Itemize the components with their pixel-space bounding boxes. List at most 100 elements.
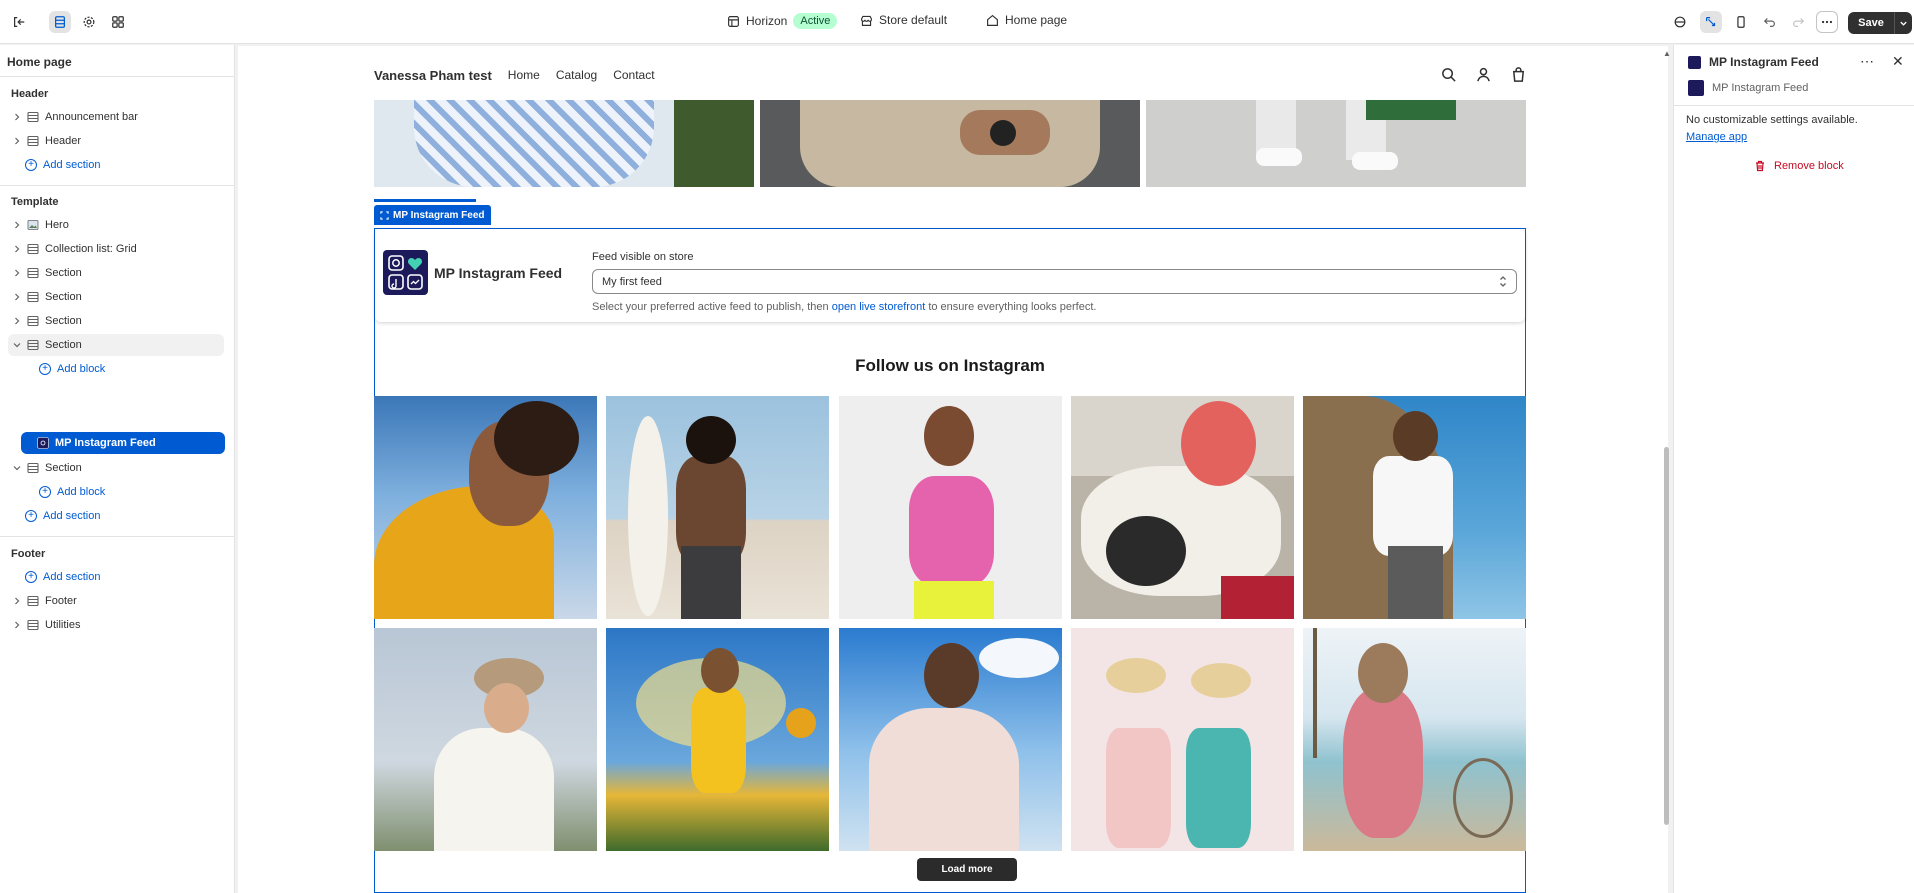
remove-block-button[interactable]: Remove block xyxy=(1754,160,1844,172)
sidebar-item-label: Utilities xyxy=(45,619,81,631)
more-icon[interactable] xyxy=(1816,11,1838,33)
add-section-button[interactable]: + Add section xyxy=(8,566,224,588)
redo-icon[interactable] xyxy=(1787,11,1809,33)
account-icon[interactable] xyxy=(1475,66,1492,83)
sidebar-item-section[interactable]: Section xyxy=(8,262,224,284)
panel-header: MP Instagram Feed xyxy=(1688,55,1819,69)
instagram-post[interactable] xyxy=(1303,628,1526,851)
sidebar-item-section-expanded[interactable]: Section xyxy=(8,334,224,356)
section-tag-label: MP Instagram Feed xyxy=(393,209,485,221)
page-selector[interactable]: Home page xyxy=(986,13,1067,27)
sidebar-item-label: Collection list: Grid xyxy=(45,243,137,255)
layout-icon xyxy=(27,291,39,303)
sidebar-item-label: Hero xyxy=(45,219,69,231)
instagram-post[interactable] xyxy=(374,628,597,851)
app-settings-card: MP Instagram Feed Feed visible on store … xyxy=(375,229,1525,322)
manage-app-link[interactable]: Manage app xyxy=(1686,131,1747,143)
instagram-post[interactable] xyxy=(1303,396,1526,619)
instagram-post[interactable] xyxy=(374,396,597,619)
store-name[interactable]: Vanessa Pham test xyxy=(374,68,492,83)
feed-select-label: Feed visible on store xyxy=(592,251,694,263)
instagram-post[interactable] xyxy=(1071,396,1294,619)
instagram-post[interactable] xyxy=(606,628,829,851)
add-block-button[interactable]: + Add block xyxy=(8,481,224,503)
app-logo-icon xyxy=(383,250,428,295)
collection-image[interactable] xyxy=(1146,100,1526,187)
open-live-storefront-link[interactable]: open live storefront xyxy=(832,301,926,313)
cart-icon[interactable] xyxy=(1510,66,1527,83)
panel-title: MP Instagram Feed xyxy=(1709,55,1819,69)
group-template: Template xyxy=(11,196,59,208)
add-section-label: Add section xyxy=(43,510,101,522)
block-settings-panel: MP Instagram Feed ⋯ ✕ MP Instagram Feed … xyxy=(1673,45,1914,893)
sidebar-item-section[interactable]: Section xyxy=(8,286,224,308)
load-more-button[interactable]: Load more xyxy=(917,858,1017,881)
app-name: MP Instagram Feed xyxy=(434,265,563,281)
help-text-before: Select your preferred active feed to pub… xyxy=(592,301,832,313)
store-selector[interactable]: Store default xyxy=(860,13,947,27)
instagram-post[interactable] xyxy=(606,396,829,619)
plus-circle-icon: + xyxy=(25,571,37,583)
collection-image[interactable] xyxy=(760,100,1140,187)
chevron-right-icon xyxy=(12,621,22,629)
gear-icon[interactable] xyxy=(78,11,100,33)
more-icon[interactable]: ⋯ xyxy=(1860,53,1874,70)
undo-icon[interactable] xyxy=(1759,11,1781,33)
select-arrows-icon xyxy=(1500,276,1506,287)
instagram-post[interactable] xyxy=(1071,628,1294,851)
theme-selector[interactable]: Horizon Active xyxy=(727,13,838,29)
preview-scrollbar[interactable] xyxy=(1664,447,1669,825)
save-menu-button[interactable] xyxy=(1894,12,1912,34)
instagram-post[interactable] xyxy=(839,628,1062,851)
sidebar-item-header[interactable]: Header xyxy=(8,130,224,152)
plus-circle-icon: + xyxy=(39,363,51,375)
collection-image[interactable] xyxy=(374,100,754,187)
sidebar-item-section-expanded[interactable]: Section xyxy=(8,457,224,479)
store-label: Store default xyxy=(879,13,948,27)
inspector-icon[interactable] xyxy=(1700,11,1722,33)
layout-icon xyxy=(27,315,39,327)
layout-icon xyxy=(27,111,39,123)
sidebar-item-collection-list[interactable]: Collection list: Grid xyxy=(8,238,224,260)
nav-link-contact[interactable]: Contact xyxy=(613,68,654,82)
close-icon[interactable]: ✕ xyxy=(1892,53,1904,70)
add-block-button[interactable]: + Add block xyxy=(8,358,224,380)
page-label: Home page xyxy=(1005,13,1068,27)
panel-subtitle-text: MP Instagram Feed xyxy=(1712,82,1809,94)
sidebar-item-hero[interactable]: Hero xyxy=(8,214,224,236)
add-section-label: Add section xyxy=(43,571,101,583)
sidebar-item-announcement-bar[interactable]: Announcement bar xyxy=(8,106,224,128)
chevron-right-icon xyxy=(12,269,22,277)
sidebar-item-mp-instagram-feed[interactable]: MP Instagram Feed xyxy=(21,432,225,454)
search-icon[interactable] xyxy=(1440,66,1457,83)
sidebar-item-label: Footer xyxy=(45,595,77,607)
mobile-view-icon[interactable] xyxy=(1730,11,1752,33)
sidebar-item-footer[interactable]: Footer xyxy=(8,590,224,612)
nav-link-catalog[interactable]: Catalog xyxy=(556,68,597,82)
chevron-right-icon xyxy=(12,317,22,325)
store-icon xyxy=(861,15,872,26)
apps-icon[interactable] xyxy=(107,11,129,33)
instagram-post[interactable] xyxy=(839,396,1062,619)
sidebar-item-section[interactable]: Section xyxy=(8,310,224,332)
panel-subtitle: MP Instagram Feed xyxy=(1688,80,1808,96)
save-button[interactable]: Save xyxy=(1848,12,1894,34)
chevron-down-icon xyxy=(1900,21,1907,26)
desktop-view-icon[interactable] xyxy=(1669,11,1691,33)
sections-icon[interactable] xyxy=(49,11,71,33)
add-section-button[interactable]: + Add section xyxy=(8,505,224,527)
trash-icon xyxy=(1756,160,1764,172)
layout-icon xyxy=(27,462,39,474)
exit-icon[interactable] xyxy=(8,11,30,33)
plus-circle-icon: + xyxy=(39,486,51,498)
section-tag[interactable]: MP Instagram Feed xyxy=(374,205,491,225)
sidebar-item-utilities[interactable]: Utilities xyxy=(8,614,224,636)
feed-select[interactable]: My first feed xyxy=(592,269,1517,294)
add-section-button[interactable]: + Add section xyxy=(8,154,224,176)
sidebar-title: Home page xyxy=(7,55,72,69)
divider xyxy=(0,76,234,77)
scroll-up-icon[interactable]: ▲ xyxy=(1663,49,1671,58)
group-footer: Footer xyxy=(11,548,46,560)
chevron-down-icon xyxy=(12,342,22,348)
nav-link-home[interactable]: Home xyxy=(508,68,540,82)
